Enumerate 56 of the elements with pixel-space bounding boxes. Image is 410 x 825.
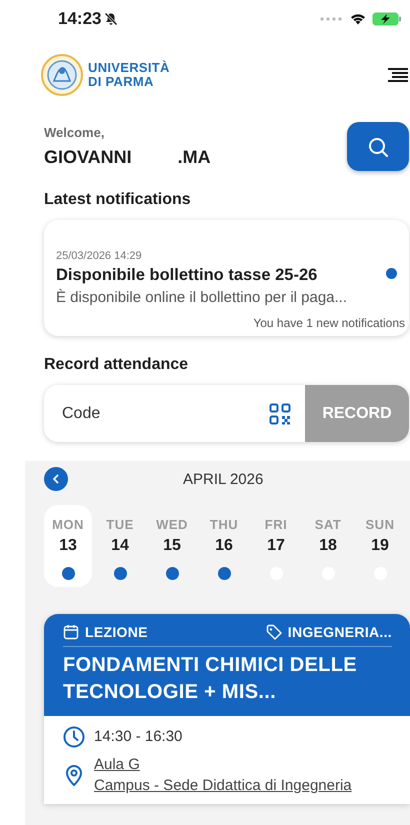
calendar-icon (63, 624, 79, 640)
university-seal-icon (41, 54, 83, 96)
user-name: GIOVANNI (44, 147, 132, 168)
weekday-label: SUN (366, 517, 394, 532)
building-link[interactable]: Campus - Sede Didattica di Ingegneria (94, 777, 352, 794)
event-type: LEZIONE (85, 624, 148, 640)
event-title: FONDAMENTI CHIMICI DELLE TECNOLOGIE + MIS... (63, 653, 358, 705)
weekday-label: TUE (106, 517, 134, 532)
day-number: 14 (111, 537, 129, 555)
location-pin-icon (63, 764, 85, 786)
day-number: 18 (319, 537, 337, 555)
room-link[interactable]: Aula G (94, 756, 352, 773)
section-title: Latest notifications (44, 191, 192, 209)
clock-icon (63, 726, 85, 748)
day-item[interactable]: MON 13 (44, 505, 92, 587)
signal-icon (320, 17, 344, 21)
notification-count: You have 1 new notifications (253, 316, 405, 330)
day-number: 13 (59, 537, 77, 555)
notification-date: 25/03/2026 14:29 (56, 250, 143, 262)
previous-button[interactable] (44, 467, 68, 491)
welcome-label: Welcome, (44, 125, 106, 140)
event-card[interactable]: LEZIONE INGEGNERIA... FONDAMENTI CHIMICI DELLE TECNOLOGIE + MIS... 14:30 - 16:30 Aula G Campus - Sede Didattica di Ingegneria (44, 614, 410, 804)
section-title: Record attendance (44, 356, 190, 374)
notification-card[interactable]: 25/03/2026 14:29 Disponibile bollettino tasse 25-26 È disponibile online il bollettino per il paga... You have 1 new notifications (44, 220, 409, 336)
day-item[interactable]: WED 15 (148, 505, 196, 587)
day-item[interactable]: THU 16 (200, 505, 248, 587)
day-number: 17 (267, 537, 285, 555)
weekday-label: MON (52, 517, 84, 532)
weekday-label: WED (156, 517, 188, 532)
chevron-left-icon (51, 474, 61, 484)
search-button[interactable] (347, 122, 409, 171)
day-number: 16 (215, 537, 233, 555)
tag-icon (266, 624, 282, 640)
logo-text: DI PARMA (88, 75, 155, 89)
wifi-icon (350, 13, 366, 25)
qr-code-icon[interactable] (269, 402, 291, 424)
weekday-label: FRI (264, 517, 288, 532)
month-label: APRIL 2026 (183, 470, 264, 488)
day-item[interactable]: SAT 18 (304, 505, 352, 587)
event-time: 14:30 - 16:30 (94, 727, 182, 747)
day-item[interactable]: TUE 14 (96, 505, 144, 587)
battery-charging-icon (372, 12, 402, 26)
day-item[interactable]: FRI 17 (252, 505, 300, 587)
day-item[interactable]: SUN 19 (356, 505, 404, 587)
notification-body: È disponibile online il bollettino per il paga... (56, 289, 348, 306)
day-number: 19 (371, 537, 389, 555)
weekday-label: SAT (314, 517, 342, 532)
day-number: 15 (163, 537, 181, 555)
notification-title: Disponibile bollettino tasse 25-26 (56, 266, 318, 285)
user-name: .MA (178, 147, 211, 168)
weekday-label: THU (210, 517, 238, 532)
event-tag: INGEGNERIA... (288, 624, 392, 640)
status-time: 14:23 (58, 9, 102, 29)
logo-text: UNIVERSITÀ (88, 61, 170, 75)
code-input-field[interactable]: Code (44, 385, 269, 442)
menu-icon[interactable] (388, 67, 408, 83)
